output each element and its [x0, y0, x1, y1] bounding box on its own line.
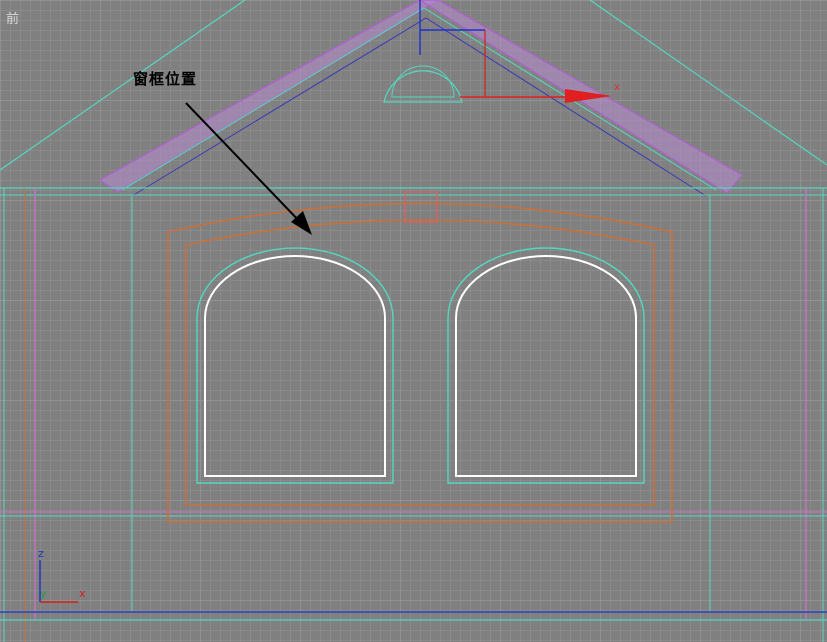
front-viewport[interactable]: 前 窗框位置 z y x x [0, 0, 827, 642]
viewport-canvas[interactable] [0, 0, 827, 642]
viewport-label[interactable]: 前 [6, 8, 19, 27]
gizmo-x-label: x [614, 82, 620, 93]
tripod-x-label: x [79, 587, 86, 600]
annotation-label: 窗框位置 [133, 70, 198, 88]
tripod-z-label: z [38, 547, 44, 560]
viewport-grid [0, 0, 827, 642]
tripod-y-label: y [40, 587, 47, 600]
